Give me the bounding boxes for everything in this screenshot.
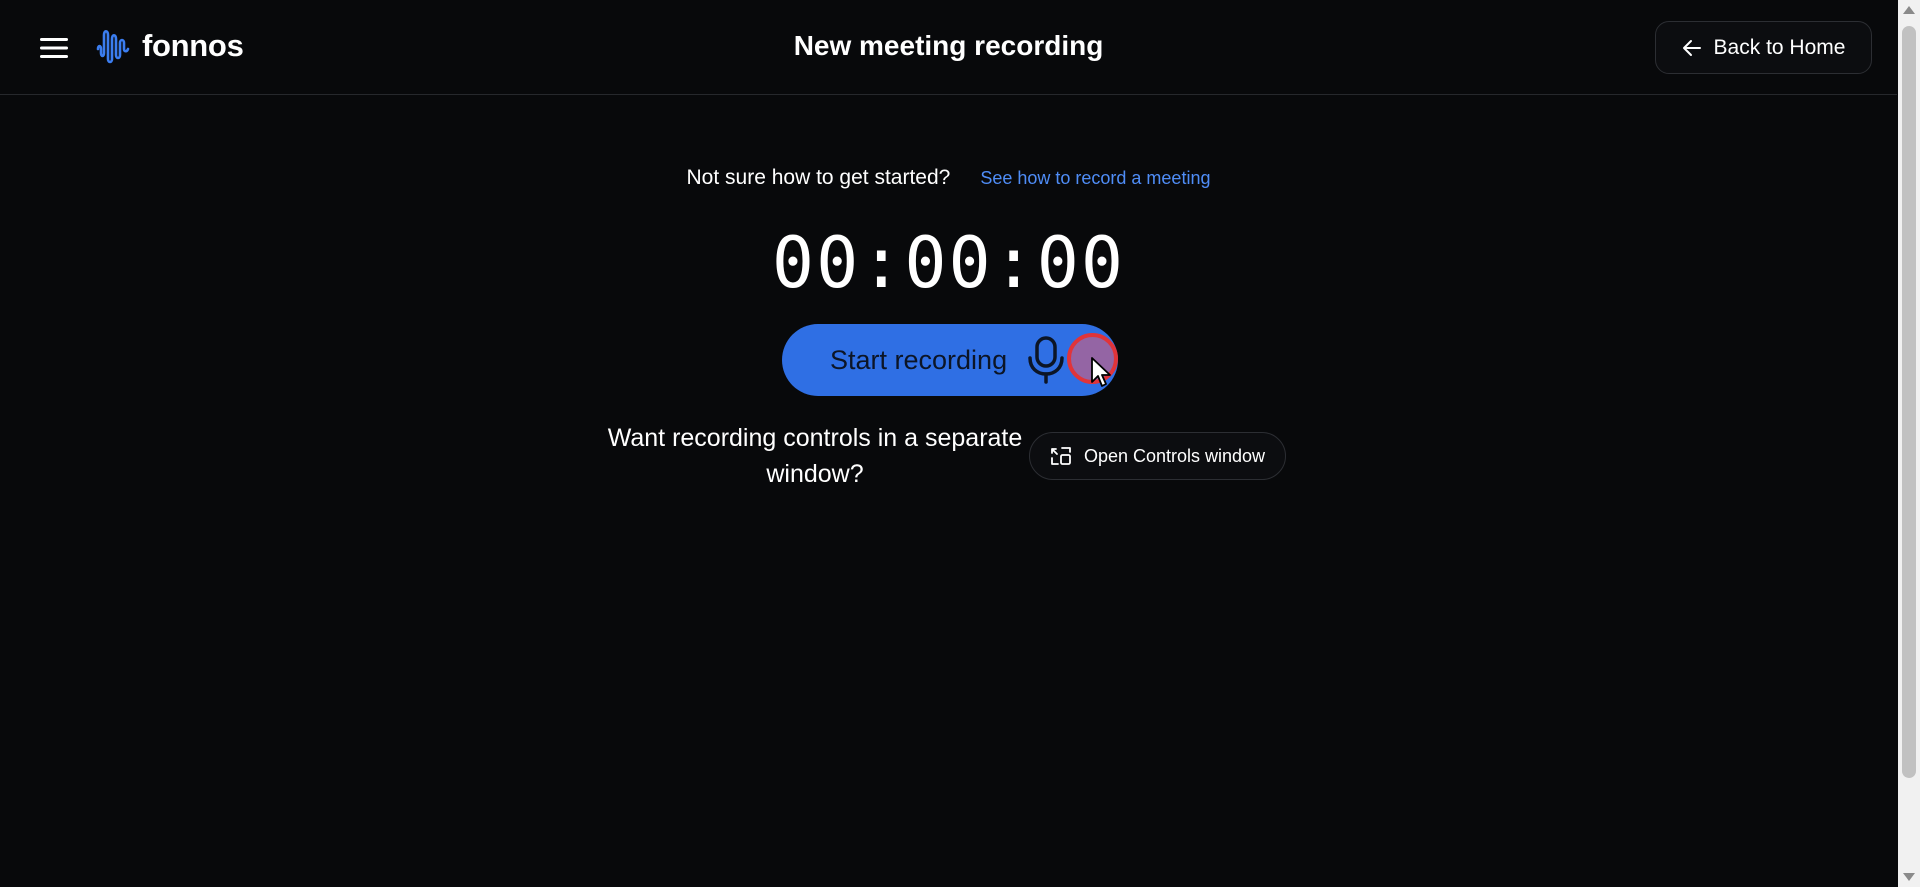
help-prompt: Not sure how to get started? [686,166,951,189]
back-to-home-button[interactable]: Back to Home [1655,21,1872,74]
recording-timer: 00:00:00 [771,222,1126,304]
open-controls-window-label: Open Controls window [1083,445,1266,466]
record-tutorial-link[interactable]: See how to record a meeting [980,168,1210,189]
microphone-icon [1028,336,1064,384]
app-page: fonnos New meeting recording Back to Hom… [0,0,1920,887]
back-to-home-label: Back to Home [1713,35,1846,59]
help-row: Not sure how to get started? See how to … [0,166,1897,190]
top-header: fonnos New meeting recording Back to Hom… [0,0,1897,95]
controls-question: Want recording controls in a separate wi… [607,424,1023,488]
arrow-left-icon [1682,39,1701,56]
scroll-down-arrow-icon[interactable] [1903,873,1915,881]
scroll-up-arrow-icon[interactable] [1903,6,1915,14]
scrollbar-thumb[interactable] [1902,26,1916,778]
vertical-scrollbar[interactable] [1898,0,1920,887]
open-window-icon [1051,447,1071,465]
open-controls-window-button[interactable]: Open Controls window [1029,432,1286,480]
mouse-cursor-icon [1091,357,1111,387]
controls-window-row: Want recording controls in a separate wi… [600,420,1300,500]
start-recording-label: Start recording [830,344,1008,375]
page-title: New meeting recording [793,30,1104,61]
